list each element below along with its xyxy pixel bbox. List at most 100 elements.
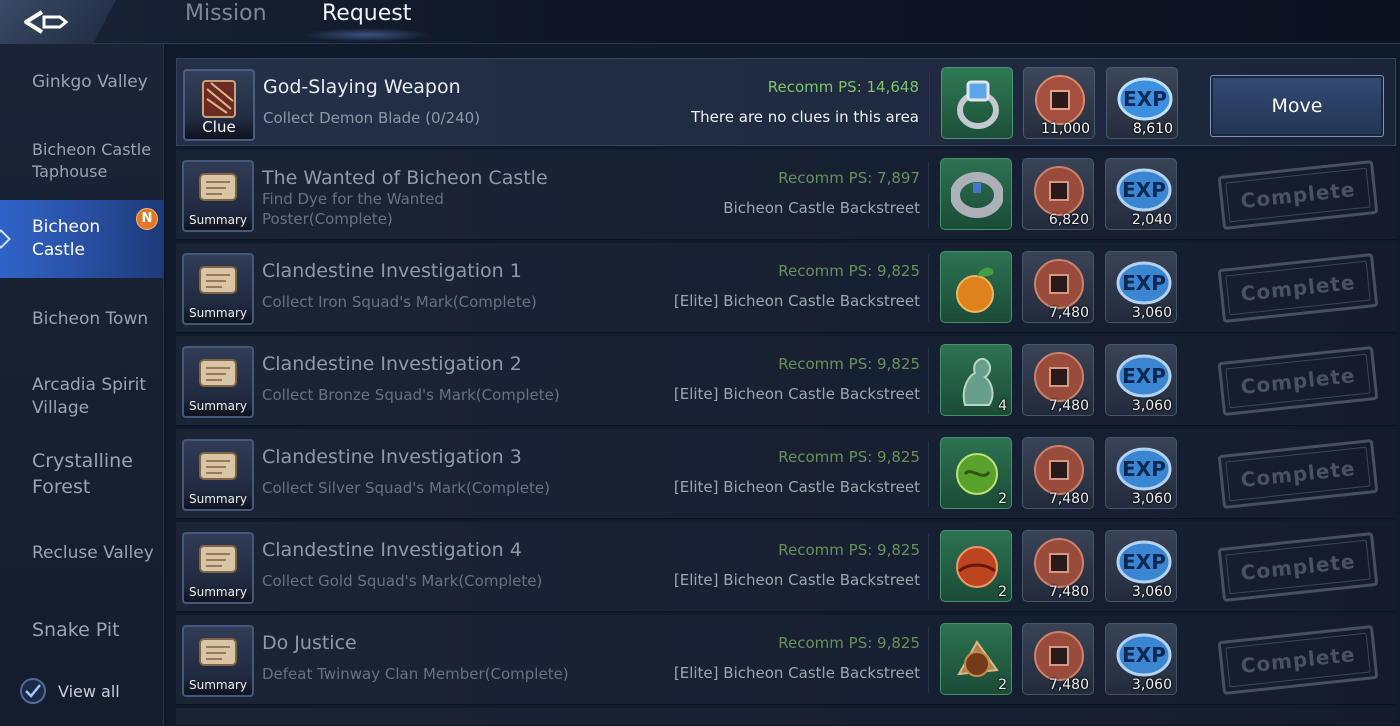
divider xyxy=(929,71,930,137)
quest-row[interactable]: Summary The Wanted of Bicheon Castle Fin… xyxy=(176,150,1396,240)
reward-count: 3,060 xyxy=(1131,398,1172,414)
recommended-ps: Recomm PS: 9,825 xyxy=(778,262,920,280)
quest-type-label: Summary xyxy=(184,306,252,323)
reward-item-green-orb[interactable]: 2 xyxy=(940,437,1012,509)
quest-description: Defeat Twinway Clan Member(Complete) xyxy=(262,665,569,683)
sidebar-item-bicheon-castle[interactable]: Bicheon Castle N xyxy=(0,200,164,278)
reward-item-jade-statue[interactable]: 4 xyxy=(940,344,1012,416)
summary-scroll-icon: Summary xyxy=(182,439,254,511)
svg-text:EXP: EXP xyxy=(1122,643,1166,667)
sidebar-item-crystalline-forest[interactable]: Crystalline Forest xyxy=(0,440,164,510)
reward-count: 6,820 xyxy=(1048,212,1089,228)
quest-title: The Wanted of Bicheon Castle xyxy=(262,167,548,189)
reward-exp[interactable]: EXP 2,040 xyxy=(1105,158,1177,230)
reward-item-bracelet[interactable] xyxy=(940,158,1012,230)
quest-location: [Elite] Bicheon Castle Backstreet xyxy=(673,385,920,403)
quest-row[interactable]: Summary Clandestine Investigation 4 Coll… xyxy=(176,522,1396,612)
tab-request[interactable]: Request xyxy=(301,0,432,42)
quest-title: Clandestine Investigation 4 xyxy=(262,539,522,561)
jade-statue-icon xyxy=(962,357,994,406)
tab-mission[interactable]: Mission xyxy=(185,0,267,36)
reward-exp[interactable]: EXP 3,060 xyxy=(1105,251,1177,323)
move-button[interactable]: Move xyxy=(1210,75,1384,137)
reward-count: 3,060 xyxy=(1131,305,1172,321)
exp-icon: EXP xyxy=(1116,540,1172,584)
svg-text:EXP: EXP xyxy=(1122,364,1166,388)
reward-coin[interactable]: 7,480 xyxy=(1022,344,1094,416)
back-button[interactable] xyxy=(0,0,116,44)
reward-item-red-orb[interactable]: 2 xyxy=(940,530,1012,602)
reward-coin[interactable]: 7,480 xyxy=(1022,251,1094,323)
recommended-ps: Recomm PS: 9,825 xyxy=(778,355,920,373)
exp-icon: EXP xyxy=(1116,354,1172,398)
sidebar-item-label: Bicheon Town xyxy=(32,308,149,329)
recommended-ps: Recomm PS: 9,825 xyxy=(778,634,920,652)
coin-icon xyxy=(1034,538,1084,588)
sidebar-item-label: Crystalline Forest xyxy=(32,450,133,498)
sidebar-item-arcadia-spirit-village[interactable]: Arcadia Spirit Village xyxy=(0,362,164,432)
quest-row-partial[interactable] xyxy=(176,708,1396,726)
reward-coin[interactable]: 7,480 xyxy=(1022,623,1094,695)
view-all-checkbox[interactable]: View all xyxy=(20,678,120,704)
sidebar-item-label: Recluse Valley xyxy=(32,542,154,563)
summary-scroll-icon: Summary xyxy=(182,346,254,418)
sidebar-item-bicheon-town[interactable]: Bicheon Town xyxy=(0,294,164,344)
quest-row[interactable]: Summary Clandestine Investigation 3 Coll… xyxy=(176,429,1396,519)
complete-stamp: Complete xyxy=(1217,252,1379,324)
quest-list: Clue God-Slaying Weapon Collect Demon Bl… xyxy=(166,44,1400,726)
quest-location: There are no clues in this area xyxy=(691,108,919,126)
divider xyxy=(928,348,929,414)
reward-exp[interactable]: EXP 3,060 xyxy=(1105,623,1177,695)
brown-orb-icon xyxy=(957,640,999,677)
reward-count: 2 xyxy=(998,491,1007,507)
reward-coin[interactable]: 7,480 xyxy=(1022,437,1094,509)
reward-exp[interactable]: EXP 8,610 xyxy=(1106,67,1178,139)
reward-coin[interactable]: 6,820 xyxy=(1022,158,1094,230)
selection-pointer-icon xyxy=(0,229,11,249)
sidebar-item-label: Arcadia Spirit Village xyxy=(32,375,147,418)
recommended-ps: Recomm PS: 9,825 xyxy=(778,541,920,559)
divider xyxy=(928,162,929,228)
reward-coin[interactable]: 7,480 xyxy=(1022,530,1094,602)
quest-row[interactable]: Clue God-Slaying Weapon Collect Demon Bl… xyxy=(176,58,1396,146)
summary-scroll-icon: Summary xyxy=(182,532,254,604)
reward-item-ring[interactable] xyxy=(941,67,1013,139)
quest-title: Clandestine Investigation 3 xyxy=(262,446,522,468)
sidebar-item-snake-pit[interactable]: Snake Pit xyxy=(0,606,164,656)
quest-row[interactable]: Summary Clandestine Investigation 1 Coll… xyxy=(176,243,1396,333)
reward-count: 2,040 xyxy=(1131,212,1172,228)
recommended-ps: Recomm PS: 9,825 xyxy=(778,448,920,466)
sidebar-item-label: Bicheon Castle Taphouse xyxy=(32,140,152,181)
exp-icon: EXP xyxy=(1116,261,1172,305)
quest-location: [Elite] Bicheon Castle Backstreet xyxy=(673,571,920,589)
quest-row[interactable]: Summary Clandestine Investigation 2 Coll… xyxy=(176,336,1396,426)
quest-location: [Elite] Bicheon Castle Backstreet xyxy=(673,664,920,682)
reward-exp[interactable]: EXP 3,060 xyxy=(1105,437,1177,509)
coin-icon xyxy=(1034,445,1084,495)
orange-fruit-icon xyxy=(956,267,994,313)
sidebar-item-recluse-valley[interactable]: Recluse Valley xyxy=(0,528,164,578)
reward-count: 4 xyxy=(998,398,1007,414)
reward-exp[interactable]: EXP 3,060 xyxy=(1105,530,1177,602)
coin-icon xyxy=(1034,352,1084,402)
divider xyxy=(928,534,929,600)
summary-scroll-icon: Summary xyxy=(182,625,254,697)
quest-title: Clandestine Investigation 1 xyxy=(262,260,522,282)
quest-description: Collect Bronze Squad's Mark(Complete) xyxy=(262,386,560,404)
sidebar-item-ginkgo-valley[interactable]: Ginkgo Valley xyxy=(0,56,164,108)
sidebar-item-bicheon-castle-taphouse[interactable]: Bicheon Castle Taphouse xyxy=(0,126,164,196)
reward-count: 11,000 xyxy=(1041,121,1090,137)
red-orb-icon xyxy=(956,546,998,588)
reward-exp[interactable]: EXP 3,060 xyxy=(1105,344,1177,416)
reward-count: 7,480 xyxy=(1048,491,1089,507)
reward-coin[interactable]: 11,000 xyxy=(1023,67,1095,139)
quest-type-label: Summary xyxy=(184,213,252,230)
sidebar-item-label: Snake Pit xyxy=(32,619,120,642)
divider xyxy=(928,255,929,321)
quest-description: Collect Silver Squad's Mark(Complete) xyxy=(262,479,550,497)
svg-text:EXP: EXP xyxy=(1122,457,1166,481)
reward-item-orange[interactable] xyxy=(940,251,1012,323)
view-all-label: View all xyxy=(58,681,120,701)
quest-row[interactable]: Summary Do Justice Defeat Twinway Clan M… xyxy=(176,615,1396,705)
reward-item-brown-orb[interactable]: 2 xyxy=(940,623,1012,695)
